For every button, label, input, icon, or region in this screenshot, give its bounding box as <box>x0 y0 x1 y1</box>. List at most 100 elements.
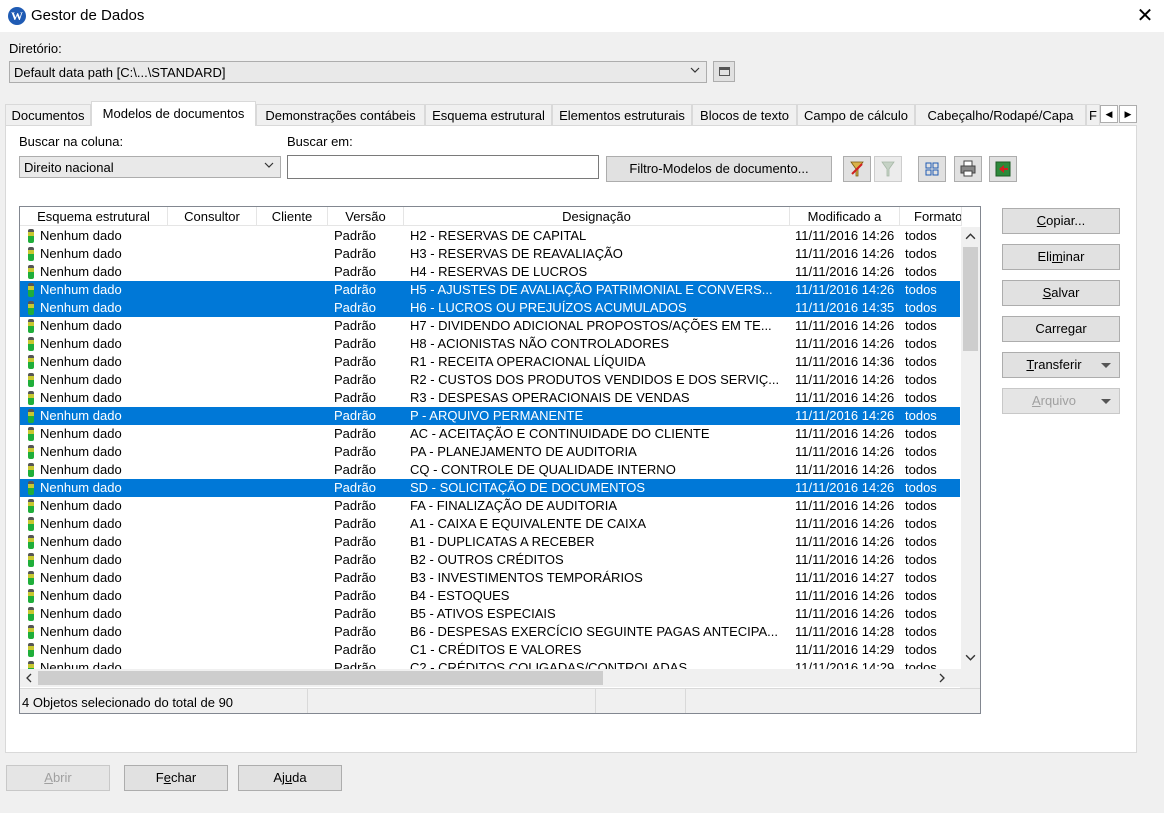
directory-label: Diretório: <box>9 41 62 56</box>
table-row[interactable]: Nenhum dado Padrão H7 - DIVIDENDO ADICIONA… <box>20 317 960 335</box>
cell-versao: Padrão <box>334 516 376 531</box>
table-row[interactable]: Nenhum dado Padrão B5 - ATIVOS ESPECIAIS 11… <box>20 605 960 623</box>
cell-formato: todos <box>905 336 937 351</box>
traffic-light-icon <box>28 607 34 621</box>
table-row[interactable]: Nenhum dado Padrão PA - PLANEJAMENTO DE AU… <box>20 443 960 461</box>
table-row[interactable]: Nenhum dado Padrão R1 - RECEITA OPERACIONA… <box>20 353 960 371</box>
cell-versao: Padrão <box>334 642 376 657</box>
table-row[interactable]: Nenhum dado Padrão SD - SOLICITAÇÃO DE DOC… <box>20 479 960 497</box>
app-logo-icon: W <box>8 7 26 25</box>
tab-documentos[interactable]: Documentos <box>5 104 91 125</box>
filter-clear-icon[interactable] <box>874 156 902 182</box>
columns-icon[interactable] <box>918 156 946 182</box>
table-row[interactable]: Nenhum dado Padrão H6 - LUCROS OU PREJUÍZO… <box>20 299 960 317</box>
table-row[interactable]: Nenhum dado Padrão R2 - CUSTOS DOS PRODUTO… <box>20 371 960 389</box>
table-row[interactable]: Nenhum dado Padrão AC - ACEITAÇÃO E CONTIN… <box>20 425 960 443</box>
browse-directory-button[interactable] <box>713 61 735 82</box>
search-input[interactable] <box>287 155 599 179</box>
chevron-right-icon[interactable] <box>937 673 947 683</box>
cell-formato: todos <box>905 534 937 549</box>
tab-scroll-left-icon[interactable]: ◀ <box>1100 105 1118 123</box>
chevron-down-icon[interactable] <box>965 652 976 663</box>
header-modificado-a[interactable]: Modificado a <box>790 207 900 226</box>
vertical-scrollbar[interactable] <box>961 227 980 669</box>
header-consultor[interactable]: Consultor <box>168 207 257 226</box>
ajuda-button[interactable]: Ajuda <box>238 765 342 791</box>
tab-scroll-right-icon[interactable]: ▶ <box>1119 105 1137 123</box>
table-row[interactable]: Nenhum dado Padrão CQ - CONTROLE DE QUALID… <box>20 461 960 479</box>
cell-formato: todos <box>905 318 937 333</box>
directory-select[interactable]: Default data path [C:\...\STANDARD] <box>9 61 707 83</box>
tab-f[interactable]: F <box>1086 104 1100 125</box>
chevron-up-icon[interactable] <box>965 231 976 242</box>
carregar-button[interactable]: Carregar <box>1002 316 1120 342</box>
cell-modificado: 11/11/2016 14:26 <box>795 462 895 477</box>
print-icon[interactable] <box>954 156 982 182</box>
header-esquema-estrutural[interactable]: Esquema estrutural <box>20 207 168 226</box>
search-in-label: Buscar em: <box>287 134 353 149</box>
cell-esquema: Nenhum dado <box>40 480 122 495</box>
tab-esquema-estrutural[interactable]: Esquema estrutural <box>425 104 552 125</box>
header-cliente[interactable]: Cliente <box>257 207 328 226</box>
cell-designacao: R2 - CUSTOS DOS PRODUTOS VENDIDOS E DOS … <box>410 372 780 387</box>
horizontal-scrollbar[interactable] <box>20 669 960 687</box>
cell-esquema: Nenhum dado <box>40 516 122 531</box>
table-row[interactable]: Nenhum dado Padrão H4 - RESERVAS DE LUCROS… <box>20 263 960 281</box>
table-row[interactable]: Nenhum dado Padrão B1 - DUPLICATAS A RECEB… <box>20 533 960 551</box>
dropdown-arrow-icon <box>1101 399 1111 404</box>
cell-versao: Padrão <box>334 408 376 423</box>
tab-blocos-de-texto[interactable]: Blocos de texto <box>692 104 797 125</box>
header-versao[interactable]: Versão <box>328 207 404 226</box>
tab-cabe-alho-rodap-capa[interactable]: Cabeçalho/Rodapé/Capa <box>915 104 1086 125</box>
tab-modelos-de-documentos[interactable]: Modelos de documentos <box>91 101 256 126</box>
transferir-button[interactable]: Transferir <box>1002 352 1120 378</box>
search-column-value: Direito nacional <box>24 160 114 175</box>
chevron-left-icon[interactable] <box>24 673 34 683</box>
columns-icon-graphic <box>925 162 939 176</box>
templates-list[interactable]: Esquema estrutural Consultor Cliente Versão… <box>19 206 981 714</box>
table-row[interactable]: Nenhum dado Padrão B4 - ESTOQUES 11/11/2016… <box>20 587 960 605</box>
table-row[interactable]: Nenhum dado Padrão H5 - AJUSTES DE AVALIAÇ… <box>20 281 960 299</box>
cell-esquema: Nenhum dado <box>40 246 122 261</box>
table-row[interactable]: Nenhum dado Padrão C1 - CRÉDITOS E VALORES… <box>20 641 960 659</box>
cell-formato: todos <box>905 408 937 423</box>
table-row[interactable]: Nenhum dado Padrão A1 - CAIXA E EQUIVALENT… <box>20 515 960 533</box>
export-icon[interactable] <box>989 156 1017 182</box>
filter-icon[interactable] <box>843 156 871 182</box>
table-row[interactable]: Nenhum dado Padrão H3 - RESERVAS DE REAVAL… <box>20 245 960 263</box>
table-row[interactable]: Nenhum dado Padrão B2 - OUTROS CRÉDITOS 11/… <box>20 551 960 569</box>
table-row[interactable]: Nenhum dado Padrão B3 - INVESTIMENTOS TEMP… <box>20 569 960 587</box>
header-designacao[interactable]: Designação <box>404 207 790 226</box>
table-row[interactable]: Nenhum dado Padrão H8 - ACIONISTAS NÃO CON… <box>20 335 960 353</box>
salvar-button[interactable]: Salvar <box>1002 280 1120 306</box>
cell-modificado: 11/11/2016 14:26 <box>795 390 895 405</box>
table-row[interactable]: Nenhum dado Padrão B6 - DESPESAS EXERCÍCIO… <box>20 623 960 641</box>
eliminar-button[interactable]: Eliminar <box>1002 244 1120 270</box>
tab-campo-de-c-lculo[interactable]: Campo de cálculo <box>797 104 915 125</box>
cell-esquema: Nenhum dado <box>40 462 122 477</box>
table-row[interactable]: Nenhum dado Padrão P - ARQUIVO PERMANENTE 1… <box>20 407 960 425</box>
traffic-light-icon <box>28 643 34 657</box>
cell-modificado: 11/11/2016 14:26 <box>795 606 895 621</box>
vertical-scroll-thumb[interactable] <box>963 247 978 351</box>
search-column-select[interactable]: Direito nacional <box>19 156 281 178</box>
close-icon[interactable]: ✕ <box>1126 0 1164 32</box>
table-row[interactable]: Nenhum dado Padrão C2 - CRÉDITOS COLIGADAS… <box>20 659 960 669</box>
table-row[interactable]: Nenhum dado Padrão H2 - RESERVAS DE CAPITA… <box>20 227 960 245</box>
abrir-button[interactable]: Abrir <box>6 765 110 791</box>
tab-demonstra-es-cont-beis[interactable]: Demonstrações contábeis <box>256 104 425 125</box>
cell-esquema: Nenhum dado <box>40 282 122 297</box>
filter-templates-button[interactable]: Filtro-Modelos de documento... <box>606 156 832 182</box>
tab-elementos-estruturais[interactable]: Elementos estruturais <box>552 104 692 125</box>
cell-esquema: Nenhum dado <box>40 264 122 279</box>
header-formato[interactable]: Formato <box>900 207 962 226</box>
table-row[interactable]: Nenhum dado Padrão FA - FINALIZAÇÃO DE AUD… <box>20 497 960 515</box>
copiar-button[interactable]: Copiar... <box>1002 208 1120 234</box>
fechar-button[interactable]: Fechar <box>124 765 228 791</box>
cell-formato: todos <box>905 588 937 603</box>
cell-modificado: 11/11/2016 14:26 <box>795 372 895 387</box>
horizontal-scroll-thumb[interactable] <box>38 671 603 685</box>
table-row[interactable]: Nenhum dado Padrão R3 - DESPESAS OPERACION… <box>20 389 960 407</box>
cell-modificado: 11/11/2016 14:29 <box>795 660 895 669</box>
arquivo-button[interactable]: Arquivo <box>1002 388 1120 414</box>
